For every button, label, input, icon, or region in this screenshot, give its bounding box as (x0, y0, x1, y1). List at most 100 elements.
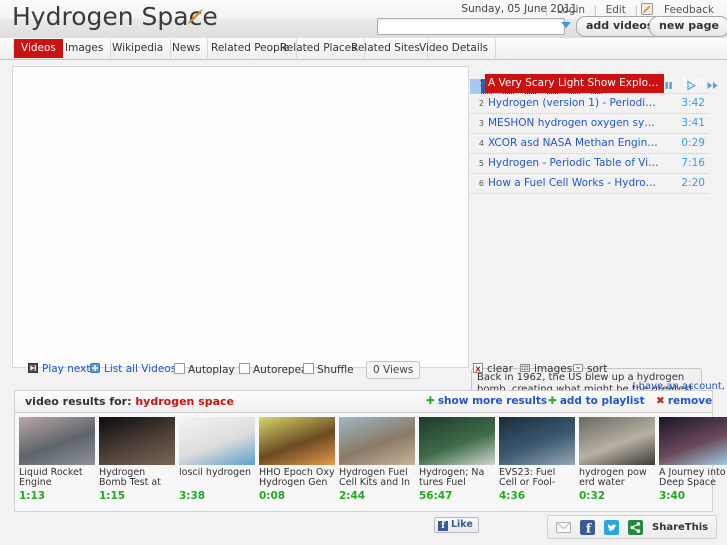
video-result-card[interactable]: Hydrogen Bomb Test at 1:15 (99, 417, 175, 511)
playlist-index: 2 (478, 99, 484, 108)
playlist-title: How a Fuel Cell Works - Hydrogen N… (488, 177, 660, 189)
checkbox-box[interactable] (174, 363, 185, 374)
checkbox-box[interactable] (239, 363, 250, 374)
video-duration: 1:13 (19, 490, 46, 502)
video-result-card[interactable]: hydrogen pow erd water 0:32 (579, 417, 655, 511)
video-result-card[interactable]: Hydrogen Fuel Cell Kits and In 2:44 (339, 417, 415, 511)
view-count: 0 Views (366, 361, 421, 379)
video-thumbnail[interactable] (499, 417, 575, 465)
video-thumbnail[interactable] (179, 417, 255, 465)
page-header: Hydrogen Space Sunday, 05 June 2011 | Lo… (0, 0, 727, 39)
sort-label: sort (587, 363, 608, 375)
checkbox-box[interactable] (303, 363, 314, 374)
playlist-item-3[interactable]: 3 MESHON hydrogen oxygen systems… 3:41 (470, 114, 709, 134)
facebook-like-button[interactable]: f Like (434, 517, 479, 533)
clear-icon: x (473, 363, 483, 373)
sort-button[interactable]: sort (573, 363, 607, 375)
results-label-text: video results for: (25, 395, 132, 408)
edit-link[interactable]: Edit (601, 4, 631, 16)
playlist-title: Hydrogen - Periodic Table of Video… (488, 157, 660, 169)
login-link[interactable]: Login (552, 4, 590, 16)
playlist-title: A Very Scary Light Show Exploding… (485, 74, 664, 93)
video-player[interactable] (12, 66, 469, 368)
video-result-card[interactable]: Liquid Rocket Engine 1:13 (19, 417, 95, 511)
add-to-playlist-label: add to playlist (559, 395, 645, 407)
twitter-share-icon[interactable] (604, 519, 619, 535)
play-next-label[interactable]: Play next (42, 363, 91, 375)
facebook-share-icon[interactable]: f (580, 519, 595, 535)
video-result-card[interactable]: EVS23: Fuel Cell or Fool- 4:36 (499, 417, 575, 511)
play-next-icon (28, 363, 38, 373)
video-result-card[interactable]: HHO Epoch Oxy Hydrogen Gen 0:08 (259, 417, 335, 511)
mail-share-icon[interactable] (556, 520, 571, 535)
list-all-videos-label[interactable]: List all Videos (104, 363, 176, 375)
player-options-row: Play next List all Videos Autoplay Autor… (0, 360, 470, 384)
main-stage: 1 A Very Scary Light Show Exploding… 1:4… (0, 60, 727, 424)
playlist-index: 3 (478, 119, 484, 128)
video-duration: 56:47 (419, 490, 453, 502)
video-thumbnail[interactable] (659, 417, 727, 465)
play-next-button[interactable]: Play next (28, 363, 91, 375)
video-thumbnail[interactable] (99, 417, 175, 465)
playlist-duration: 7:16 (681, 157, 705, 169)
playlist-item-6[interactable]: 6 How a Fuel Cell Works - Hydrogen N… 2:… (470, 174, 709, 194)
video-result-card[interactable]: A Journey into Deep Space 3:40 (659, 417, 727, 511)
autoplay-label: Autoplay (188, 364, 235, 376)
tab-video-details[interactable]: Video Details (412, 39, 497, 58)
tab-videos[interactable]: Videos (14, 39, 63, 58)
svg-text:x: x (475, 365, 481, 373)
search-dropdown-caret[interactable] (561, 22, 571, 28)
feedback-link[interactable]: Feedback (659, 4, 719, 16)
video-title: loscil hydrogen (179, 468, 252, 478)
playlist-item-4[interactable]: 4 XCOR asd NASA Methan Engine Tes… 0:29 (470, 134, 709, 154)
video-duration: 3:38 (179, 490, 206, 502)
video-duration: 0:32 (579, 490, 606, 502)
page-root: Hydrogen Space Sunday, 05 June 2011 | Lo… (0, 0, 727, 545)
playlist-title: XCOR asd NASA Methan Engine Tes… (488, 137, 660, 149)
video-thumbnail[interactable] (259, 417, 335, 465)
tab-news[interactable]: News (165, 39, 209, 58)
add-to-playlist-button[interactable]: ✚ add to playlist (548, 395, 645, 407)
playlist-duration: 0:29 (681, 137, 705, 149)
video-title: A Journey into Deep Space (659, 468, 726, 488)
playlist-item-1[interactable]: 1 A Very Scary Light Show Exploding… 1:4… (470, 74, 709, 94)
remove-button[interactable]: ✖ remove (656, 395, 712, 407)
video-thumbnail[interactable] (419, 417, 495, 465)
playlist-item-5[interactable]: 5 Hydrogen - Periodic Table of Video… 7:… (470, 154, 709, 174)
video-duration: 0:08 (259, 490, 286, 502)
video-thumbnail[interactable] (579, 417, 655, 465)
clear-button[interactable]: x clear (473, 363, 513, 375)
video-duration: 4:36 (499, 490, 526, 502)
video-results-grid: Liquid Rocket Engine 1:13 Hydrogen Bomb … (14, 412, 727, 512)
autorepeat-checkbox[interactable]: Autorepeat (239, 363, 312, 376)
autoplay-checkbox[interactable]: Autoplay (174, 363, 235, 376)
tab-wikipedia[interactable]: Wikipedia (105, 39, 172, 58)
remove-label: remove (667, 395, 713, 407)
playlist-duration: 3:42 (681, 97, 705, 109)
video-thumbnail[interactable] (339, 417, 415, 465)
video-result-card[interactable]: loscil hydrogen 3:38 (179, 417, 255, 511)
results-query: hydrogen space (135, 395, 235, 408)
images-button[interactable]: images (520, 363, 572, 375)
plus-icon: ✚ (426, 395, 435, 407)
show-more-results-button[interactable]: ✚ show more results (426, 395, 547, 407)
facebook-icon: f (438, 521, 448, 531)
playlist-index: 4 (478, 139, 484, 148)
playlist-item-2[interactable]: 2 Hydrogen (version 1) - Periodic Tab… 3… (470, 94, 709, 114)
chevron-down-icon (573, 364, 583, 372)
new-page-button[interactable]: new page (649, 16, 727, 37)
shuffle-checkbox[interactable]: Shuffle (303, 363, 354, 376)
video-title: Hydrogen Bomb Test at (99, 468, 161, 488)
grid-icon (520, 364, 530, 372)
sharethis-icon[interactable] (628, 519, 643, 535)
video-title: Hydrogen Fuel Cell Kits and In (339, 468, 411, 488)
results-bar: video results for: hydrogen space ✚ show … (14, 390, 713, 413)
video-result-card[interactable]: Hydrogen; Na tures Fuel 56:47 (419, 417, 495, 511)
show-more-label: show more results (437, 395, 548, 407)
plus-box-icon (90, 363, 100, 373)
pencil-icon[interactable] (186, 8, 204, 26)
tab-images[interactable]: Images (58, 39, 112, 58)
search-input[interactable] (377, 18, 565, 35)
list-all-videos-button[interactable]: List all Videos (90, 363, 176, 375)
video-thumbnail[interactable] (19, 417, 95, 465)
